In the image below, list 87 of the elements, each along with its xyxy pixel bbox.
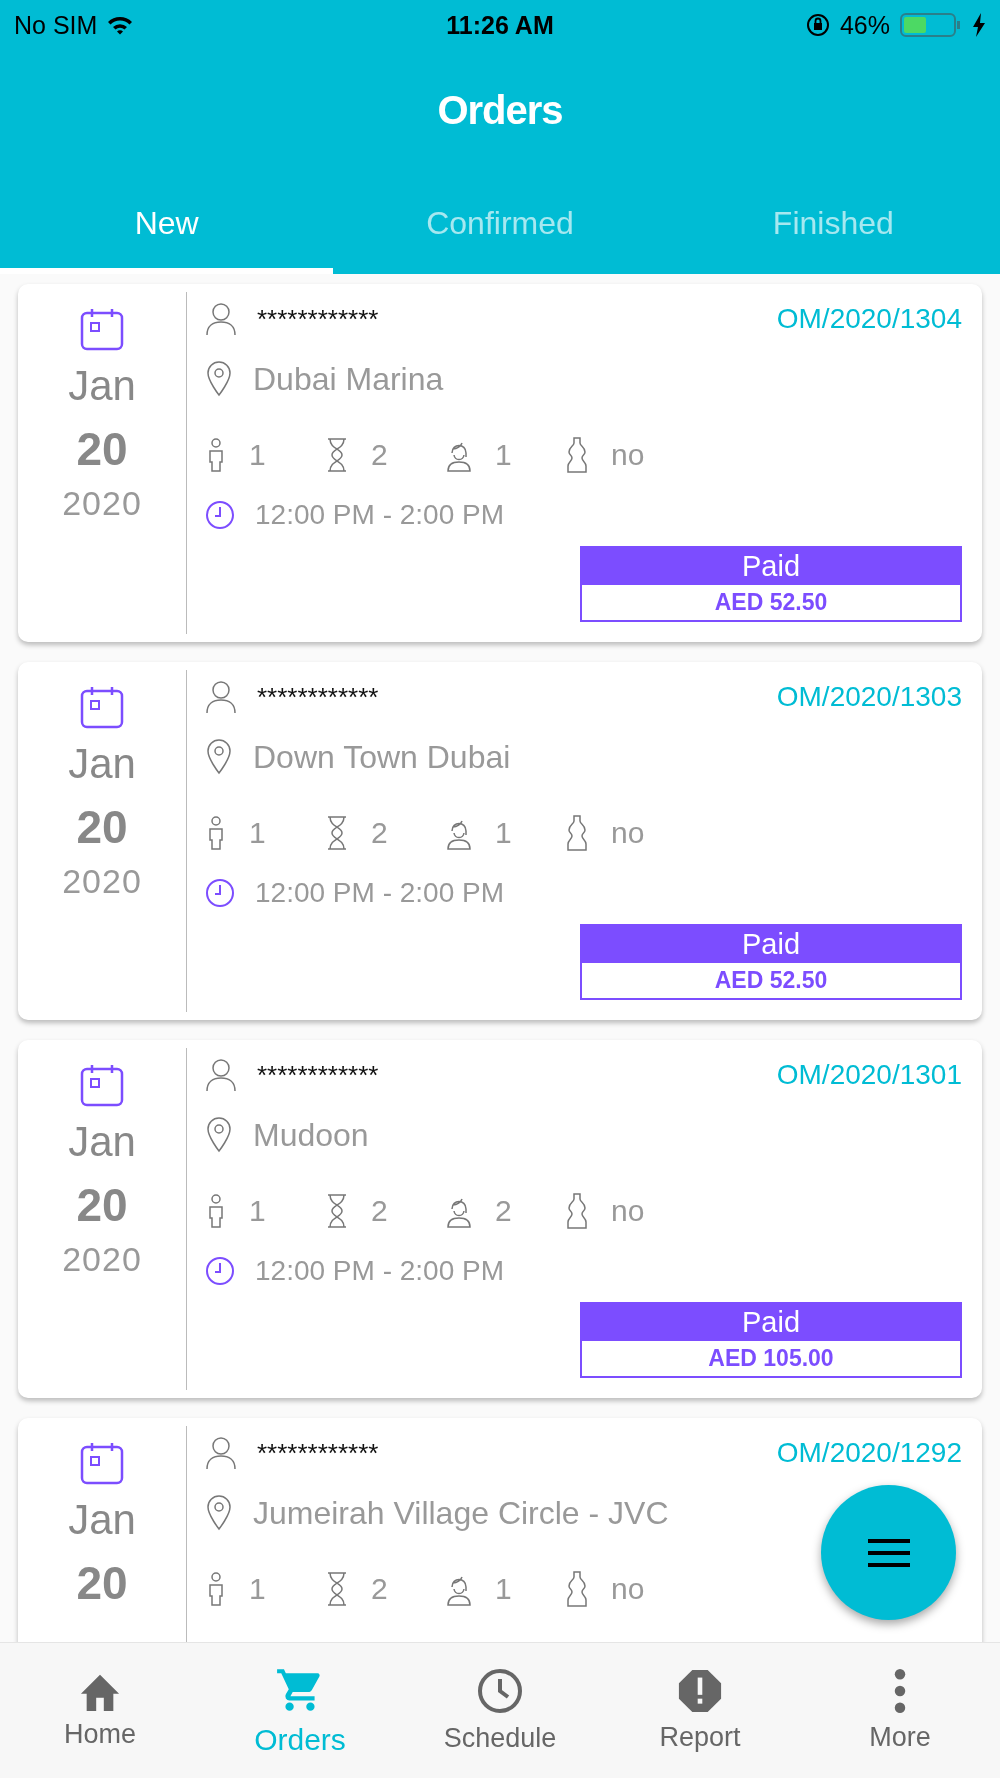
nav-item[interactable]: Report — [600, 1643, 800, 1778]
nav-item[interactable]: Home — [0, 1643, 200, 1778]
nav-item[interactable]: Schedule — [400, 1643, 600, 1778]
clock-icon — [205, 878, 235, 908]
order-card[interactable]: Jan 20 2020 ************ OM/2020/1303 Down Town Dubai 1 2 1 no 12:00 PM - 2:00 PM Paid AED 52.50 — [18, 662, 982, 1020]
person-count: 1 — [249, 438, 266, 472]
hours-count: 2 — [371, 1572, 388, 1606]
bottle-icon — [565, 436, 589, 474]
charging-icon — [972, 13, 986, 37]
calendar-icon — [79, 1440, 125, 1486]
location-pin-icon — [205, 1117, 233, 1153]
date-month: Jan — [68, 1118, 136, 1166]
clock-icon — [205, 500, 235, 530]
location-pin-icon — [205, 361, 233, 397]
calendar-icon — [79, 684, 125, 730]
battery-icon — [900, 13, 962, 37]
payment-amount: AED 105.00 — [707, 1344, 835, 1373]
clock-time: 11:26 AM — [446, 10, 554, 40]
time-slot: 12:00 PM - 2:00 PM — [255, 877, 504, 909]
location-pin-icon — [205, 1495, 233, 1531]
alert-icon — [677, 1668, 723, 1714]
hours-count: 2 — [371, 816, 388, 850]
page-title: Orders — [436, 87, 564, 134]
date-day: 20 — [76, 1178, 128, 1232]
carrier: No SIM — [14, 10, 98, 40]
hourglass-icon — [325, 1193, 349, 1229]
location: Jumeirah Village Circle - JVC — [253, 1494, 669, 1532]
materials-value: no — [611, 438, 645, 472]
date-month: Jan — [68, 740, 136, 788]
location: Mudoon — [253, 1116, 369, 1154]
staff-count: 1 — [495, 1572, 512, 1606]
hours-count: 2 — [371, 438, 388, 472]
time-slot: 12:00 PM - 2:00 PM — [255, 1255, 504, 1287]
nav-item[interactable]: More — [800, 1643, 1000, 1778]
clock-icon — [205, 1256, 235, 1286]
staff-count: 2 — [495, 1194, 512, 1228]
calendar-icon — [79, 1062, 125, 1108]
staff-count: 1 — [495, 816, 512, 850]
hourglass-icon — [325, 437, 349, 473]
customer-name: ************ — [257, 681, 380, 713]
materials-value: no — [611, 816, 645, 850]
payment-status: Paid — [582, 1304, 960, 1341]
battery-percent: 46% — [839, 10, 890, 40]
hourglass-icon — [325, 815, 349, 851]
user-icon — [205, 302, 237, 336]
bottle-icon — [565, 1192, 589, 1230]
bottle-icon — [565, 1570, 589, 1608]
rotation-lock-icon — [805, 13, 830, 37]
customer-name: ************ — [257, 1437, 380, 1469]
person-count: 1 — [249, 816, 266, 850]
customer-name: ************ — [257, 1059, 380, 1091]
date-year: 2020 — [62, 1240, 142, 1279]
staff-count: 1 — [495, 438, 512, 472]
location: Down Town Dubai — [253, 738, 511, 776]
more-icon — [893, 1668, 907, 1714]
payment-status: Paid — [582, 926, 960, 963]
payment-amount: AED 52.50 — [713, 588, 829, 617]
order-card[interactable]: Jan 20 2020 ************ OM/2020/1304 Dubai Marina 1 2 1 no 12:00 PM - 2:00 PM Paid AED 52.50 — [18, 284, 982, 642]
date-month: Jan — [68, 1496, 136, 1544]
location-pin-icon — [205, 739, 233, 775]
order-card[interactable]: Jan 20 ************ OM/2020/1292 Jumeirah Village Circle - JVC 1 2 1 no — [18, 1418, 982, 1642]
menu-icon — [867, 1537, 910, 1568]
materials-value: no — [611, 1194, 645, 1228]
payment-status: Paid — [582, 548, 960, 585]
customer-name: ************ — [257, 303, 380, 335]
date-month: Jan — [68, 362, 136, 410]
hourglass-icon — [325, 1571, 349, 1607]
person-count: 1 — [249, 1572, 266, 1606]
date-year: 2020 — [62, 484, 142, 523]
time-slot: 12:00 PM - 2:00 PM — [255, 499, 504, 531]
date-day: 20 — [76, 1556, 128, 1610]
clock-icon — [476, 1667, 524, 1715]
payment-amount: AED 52.50 — [713, 966, 829, 995]
person-count: 1 — [249, 1194, 266, 1228]
calendar-icon — [79, 306, 125, 352]
user-icon — [205, 1058, 237, 1092]
hours-count: 2 — [371, 1194, 388, 1228]
user-icon — [205, 1436, 237, 1470]
date-year: 2020 — [62, 862, 142, 901]
location: Dubai Marina — [253, 360, 444, 398]
date-day: 20 — [76, 800, 128, 854]
date-day: 20 — [76, 422, 128, 476]
materials-value: no — [611, 1572, 645, 1606]
wifi-icon — [107, 15, 134, 35]
user-icon — [205, 680, 237, 714]
bottle-icon — [565, 814, 589, 852]
order-card[interactable]: Jan 20 2020 ************ OM/2020/1301 Mudoon 1 2 2 no 12:00 PM - 2:00 PM Paid AED 105.00 — [18, 1040, 982, 1398]
